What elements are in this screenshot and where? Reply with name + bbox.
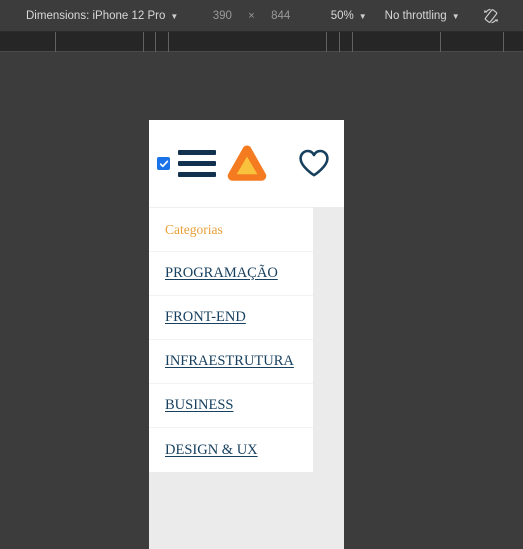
chevron-down-icon: ▼ — [170, 11, 179, 21]
dimensions-dropdown[interactable]: Dimensions: iPhone 12 Pro ▼ — [22, 5, 182, 27]
hamburger-bar — [178, 172, 216, 177]
hamburger-menu-icon[interactable] — [178, 150, 216, 177]
menu-item-programacao[interactable]: PROGRAMAÇÃO — [149, 252, 313, 296]
ruler-tick — [326, 32, 327, 52]
viewport-height-input[interactable]: 844 — [263, 10, 299, 22]
chevron-down-icon: ▼ — [451, 11, 460, 21]
ruler-tick — [352, 32, 353, 52]
hamburger-bar — [178, 161, 216, 166]
menu-item-infraestrutura[interactable]: INFRAESTRUTURA — [149, 340, 313, 384]
device-mode-toolbar: Dimensions: iPhone 12 Pro ▼ 390 × 844 50… — [0, 0, 523, 32]
ruler-tick — [55, 32, 56, 52]
menu-toggle-checkbox[interactable] — [157, 157, 170, 170]
ruler-tick — [168, 32, 169, 52]
ruler-tick — [503, 32, 504, 52]
categories-dropdown-panel: Categorias PROGRAMAÇÃO FRONT-END INFRAES… — [149, 207, 313, 472]
triangle-logo[interactable] — [225, 143, 269, 185]
device-canvas: Categorias PROGRAMAÇÃO FRONT-END INFRAES… — [0, 53, 523, 549]
hamburger-bar — [178, 150, 216, 155]
ruler-tick — [155, 32, 156, 52]
throttling-label: No throttling — [384, 9, 447, 22]
menu-item-design-ux[interactable]: DESIGN & UX — [149, 428, 313, 472]
ruler-tick — [339, 32, 340, 52]
chevron-down-icon: ▼ — [358, 11, 367, 21]
site-header — [149, 120, 344, 207]
categories-heading: Categorias — [149, 208, 313, 252]
ruler-tick — [440, 32, 441, 52]
throttling-dropdown[interactable]: No throttling ▼ — [381, 5, 464, 27]
zoom-dropdown[interactable]: 50% ▼ — [327, 5, 371, 27]
times-icon: × — [248, 9, 255, 22]
ruler-tick — [143, 32, 144, 52]
heart-icon[interactable] — [298, 149, 330, 178]
emulated-page-viewport: Categorias PROGRAMAÇÃO FRONT-END INFRAES… — [149, 120, 344, 549]
menu-item-front-end[interactable]: FRONT-END — [149, 296, 313, 340]
zoom-label: 50% — [330, 9, 354, 22]
viewport-ruler — [0, 32, 523, 52]
dimensions-label: Dimensions: iPhone 12 Pro — [26, 9, 166, 22]
rotate-device-icon[interactable] — [480, 5, 502, 27]
menu-item-business[interactable]: BUSINESS — [149, 384, 313, 428]
viewport-width-input[interactable]: 390 — [204, 10, 240, 22]
